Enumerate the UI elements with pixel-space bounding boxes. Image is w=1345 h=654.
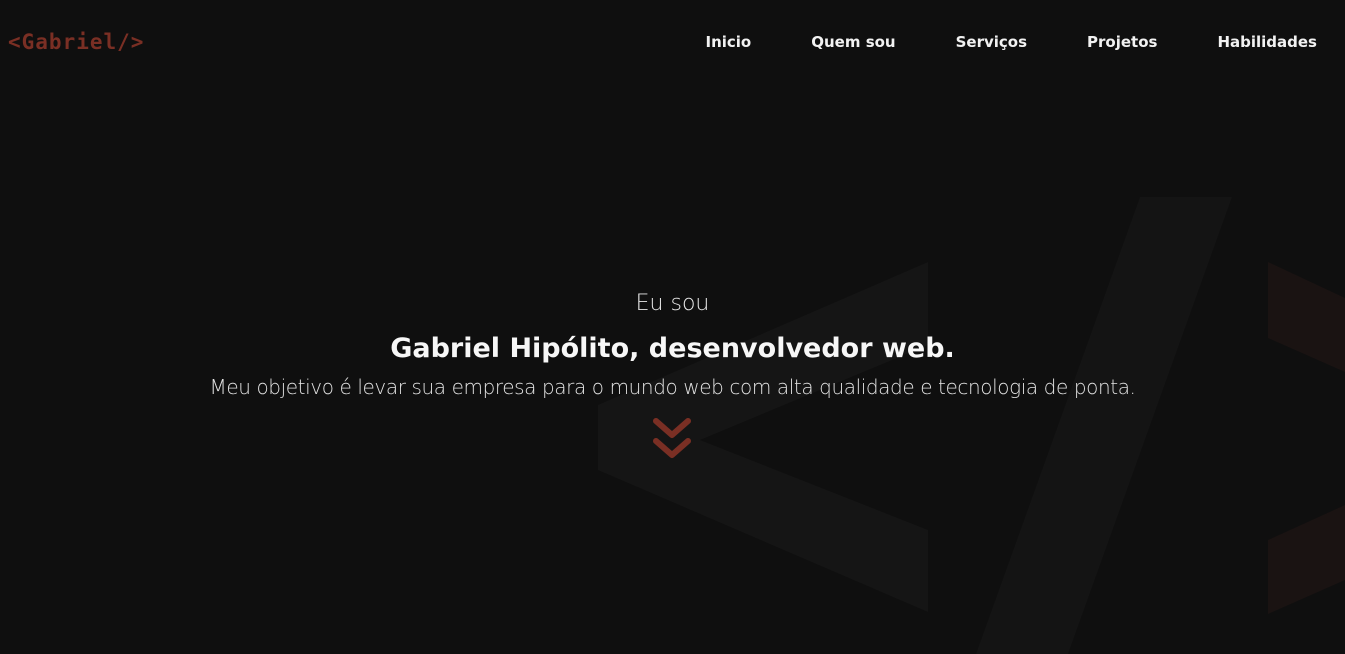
page: <Gabriel/> Inicio Quem sou Serviços Proj… xyxy=(0,0,1345,654)
site-logo[interactable]: <Gabriel/> xyxy=(8,30,144,54)
hero-intro: Eu sou xyxy=(635,291,710,316)
hero-subtitle: Meu objetivo é levar sua empresa para o … xyxy=(209,375,1136,399)
main-nav: Inicio Quem sou Serviços Projetos Habili… xyxy=(705,33,1317,51)
scroll-down-button[interactable] xyxy=(651,417,693,463)
hero-section: Eu sou Gabriel Hipólito, desenvolvedor w… xyxy=(0,288,1345,402)
nav-item-habilidades[interactable]: Habilidades xyxy=(1217,33,1317,51)
nav-item-projetos[interactable]: Projetos xyxy=(1087,33,1157,51)
hero-title: Gabriel Hipólito, desenvolvedor web. xyxy=(390,333,955,364)
nav-item-servicos[interactable]: Serviços xyxy=(956,33,1027,51)
double-chevron-down-icon xyxy=(653,418,691,458)
nav-item-inicio[interactable]: Inicio xyxy=(705,33,751,51)
bg-right-bracket-bottom-shape xyxy=(1268,505,1345,614)
nav-item-quem-sou[interactable]: Quem sou xyxy=(811,33,895,51)
site-header: <Gabriel/> Inicio Quem sou Serviços Proj… xyxy=(0,0,1345,86)
bg-slash-shape xyxy=(976,197,1232,654)
